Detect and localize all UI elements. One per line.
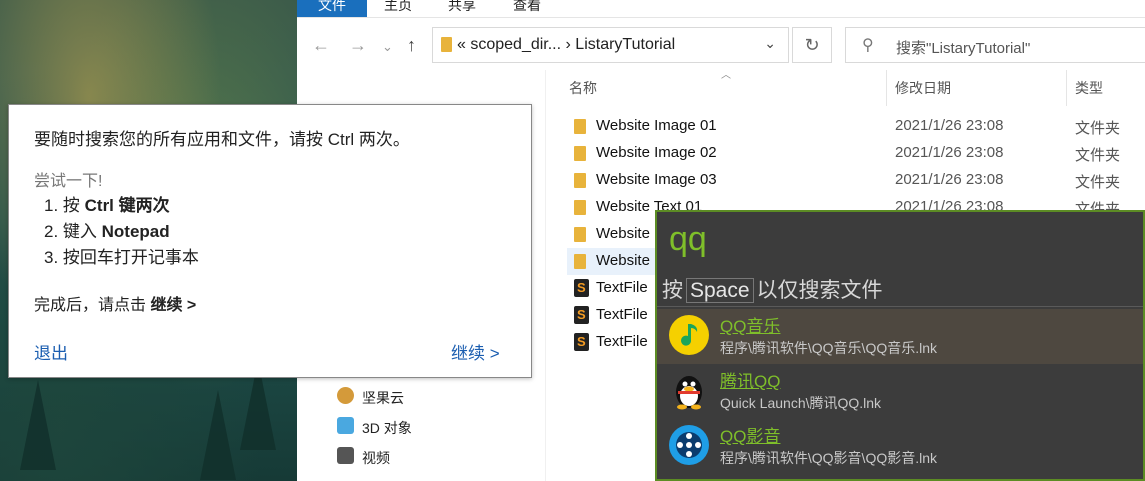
search-result-item[interactable]: QQ影音 程序\腾讯软件\QQ影音\QQ影音.lnk: [657, 419, 1143, 474]
refresh-button[interactable]: ↻: [792, 27, 832, 63]
chevron-down-icon[interactable]: ⌄: [382, 39, 393, 55]
listary-search-popup: qq 按 Space 以仅搜索文件 QQ音乐 程序\腾讯软件\QQ音乐\QQ音乐.l…: [655, 210, 1145, 481]
file-name: Website Image 02: [596, 144, 717, 161]
folder-icon: [574, 146, 586, 161]
listary-hint: 按 Space 以仅搜索文件: [662, 278, 883, 303]
address-bar[interactable]: « scoped_dir... › ListaryTutorial ⌄: [432, 27, 789, 63]
tab-share[interactable]: 共享: [448, 0, 476, 17]
qq-player-icon: [669, 425, 709, 465]
file-name: Website Image 01: [596, 117, 717, 134]
sidebar-item-label: 坚果云: [362, 390, 404, 406]
sidebar-item-label: 视频: [362, 450, 390, 466]
divider: [657, 306, 1143, 307]
folder-icon: [574, 200, 586, 215]
folder-icon: [441, 37, 452, 52]
file-type: 文件夹: [1075, 174, 1121, 191]
result-path: 程序\腾讯软件\QQ音乐\QQ音乐.lnk: [720, 340, 938, 356]
tip-step-1: 1. 按 Ctrl 键两次: [44, 196, 170, 215]
qq-music-icon: [669, 315, 709, 355]
tip-step-2: 2. 键入 Notepad: [44, 222, 170, 241]
column-header-date[interactable]: 修改日期: [895, 68, 951, 108]
cube-icon: [337, 417, 354, 434]
continue-link[interactable]: 继续 >: [451, 339, 500, 364]
tip-step-3: 3. 按回车打开记事本: [44, 248, 199, 267]
file-date: 2021/1/26 23:08: [895, 144, 1004, 161]
chevron-down-icon[interactable]: ⌄: [764, 35, 776, 52]
folder-icon: [574, 254, 586, 269]
folder-icon: [574, 173, 586, 188]
search-input[interactable]: ⚲ 搜索"ListaryTutorial": [845, 27, 1145, 63]
tip-title: 要随时搜索您的所有应用和文件，请按 Ctrl 两次。: [34, 130, 410, 149]
listary-tip-dialog: 要随时搜索您的所有应用和文件，请按 Ctrl 两次。 尝试一下! 1. 按 Ct…: [8, 104, 532, 378]
file-name: TextFile: [596, 306, 648, 323]
result-path: 程序\腾讯软件\QQ影音\QQ影音.lnk: [720, 450, 938, 466]
search-placeholder: 搜索"ListaryTutorial": [896, 40, 1031, 57]
result-path: Quick Launch\腾讯QQ.lnk: [720, 395, 882, 411]
tip-done-text: 完成后，请点击 继续 >: [34, 297, 197, 314]
file-name: TextFile: [596, 333, 648, 350]
tab-file[interactable]: 文件: [297, 0, 367, 17]
sort-caret-icon: ︿: [721, 70, 731, 81]
ribbon-tabs: 文件 主页 共享 查看: [297, 0, 1145, 18]
qq-penguin-icon: [669, 370, 709, 410]
tab-home[interactable]: 主页: [384, 0, 412, 17]
navigation-bar: ← → ⌄ ↑ « scoped_dir... › ListaryTutoria…: [297, 27, 1145, 65]
folder-icon: [574, 227, 586, 242]
nut-icon: [337, 387, 354, 404]
wallpaper-tree: [200, 390, 236, 480]
column-header-name[interactable]: 名称: [569, 68, 597, 108]
up-arrow-icon[interactable]: ↑: [407, 35, 416, 56]
column-separator[interactable]: [1066, 70, 1067, 106]
column-separator[interactable]: [886, 70, 887, 106]
tip-try-label: 尝试一下!: [34, 173, 103, 190]
result-title: 腾讯QQ: [720, 372, 781, 391]
column-header-type[interactable]: 类型: [1075, 68, 1103, 108]
wallpaper-tree: [20, 380, 56, 470]
pane-divider: [545, 70, 546, 481]
folder-icon: [574, 119, 586, 134]
sublime-text-file-icon: [574, 306, 589, 324]
sidebar-item-label: 3D 对象: [362, 420, 412, 436]
file-name: Website: [596, 225, 650, 242]
forward-arrow-icon[interactable]: →: [349, 35, 367, 56]
file-type: 文件夹: [1075, 147, 1121, 164]
result-title: QQ影音: [720, 427, 781, 446]
sublime-text-file-icon: [574, 279, 589, 297]
file-name: Website Image 03: [596, 171, 717, 188]
back-arrow-icon[interactable]: ←: [312, 35, 330, 56]
file-row[interactable]: Website Image 03 2021/1/26 23:08 文件夹: [567, 167, 1145, 194]
search-result-item[interactable]: 腾讯QQ Quick Launch\腾讯QQ.lnk: [657, 364, 1143, 419]
address-path: « scoped_dir... › ListaryTutorial: [457, 36, 676, 53]
sublime-text-file-icon: [574, 333, 589, 351]
result-title: QQ音乐: [720, 317, 781, 336]
listary-query-input[interactable]: qq: [669, 220, 707, 259]
file-date: 2021/1/26 23:08: [895, 117, 1004, 134]
file-name: TextFile: [596, 279, 648, 296]
film-icon: [337, 447, 354, 464]
file-row[interactable]: Website Image 02 2021/1/26 23:08 文件夹: [567, 140, 1145, 167]
search-result-item[interactable]: QQ音乐 程序\腾讯软件\QQ音乐\QQ音乐.lnk: [657, 309, 1143, 364]
file-name: Website: [596, 252, 650, 269]
search-icon: ⚲: [862, 37, 874, 54]
tab-view[interactable]: 查看: [513, 0, 541, 17]
file-row[interactable]: Website Image 01 2021/1/26 23:08 文件夹: [567, 113, 1145, 140]
space-key-badge: Space: [686, 278, 754, 303]
exit-link[interactable]: 退出: [34, 339, 68, 364]
file-type: 文件夹: [1075, 120, 1121, 137]
file-date: 2021/1/26 23:08: [895, 171, 1004, 188]
